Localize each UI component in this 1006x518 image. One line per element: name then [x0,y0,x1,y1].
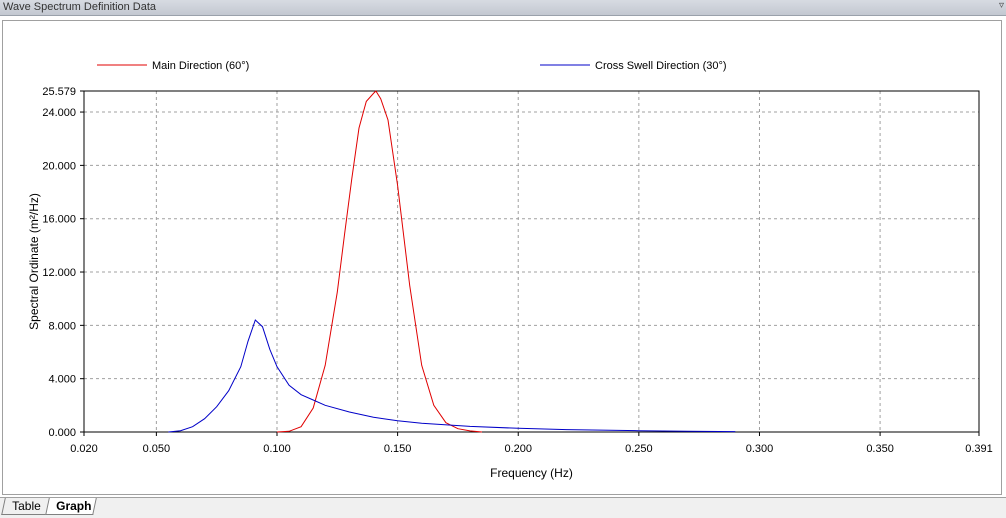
x-tick-label: 0.250 [625,443,653,455]
tab-bar: Table Graph [0,497,1006,518]
tab-graph[interactable]: Graph [45,498,97,515]
x-tick-label: 0.200 [504,443,532,455]
plot-area-border [83,90,980,433]
y-tick-label: 24.000 [42,107,76,119]
x-tick-label: 0.150 [384,443,412,455]
tab-graph-label: Graph [56,499,92,513]
x-tick-label: 0.020 [70,443,98,455]
x-tick-label: 0.391 [965,443,993,455]
legend-label: Cross Swell Direction (30°) [595,60,727,72]
y-tick-label: 16.000 [42,214,76,226]
y-tick-label: 25.579 [42,86,76,98]
x-tick-label: 0.100 [263,443,291,455]
spectrum-chart: 0.020 0.050 0.100 0.150 0.200 0.250 0.300 0.350… [27,60,993,480]
tab-table[interactable]: Table [1,498,51,515]
y-tick-label: 4.000 [48,374,76,386]
y-tick-label: 20.000 [42,160,76,172]
legend-label: Main Direction (60°) [152,60,249,72]
y-tick-label: 0.000 [48,427,76,439]
y-tick-label: 8.000 [48,320,76,332]
y-tick-label: 12.000 [42,267,76,279]
x-tick-label: 0.050 [143,443,171,455]
tab-table-label: Table [12,499,41,513]
x-axis-label: Frequency (Hz) [490,466,573,480]
y-axis-label: Spectral Ordinate (m²/Hz) [27,193,41,330]
series-line [276,90,483,433]
x-tick-label: 0.350 [866,443,894,455]
x-tick-label: 0.300 [746,443,774,455]
series-line [168,319,736,433]
